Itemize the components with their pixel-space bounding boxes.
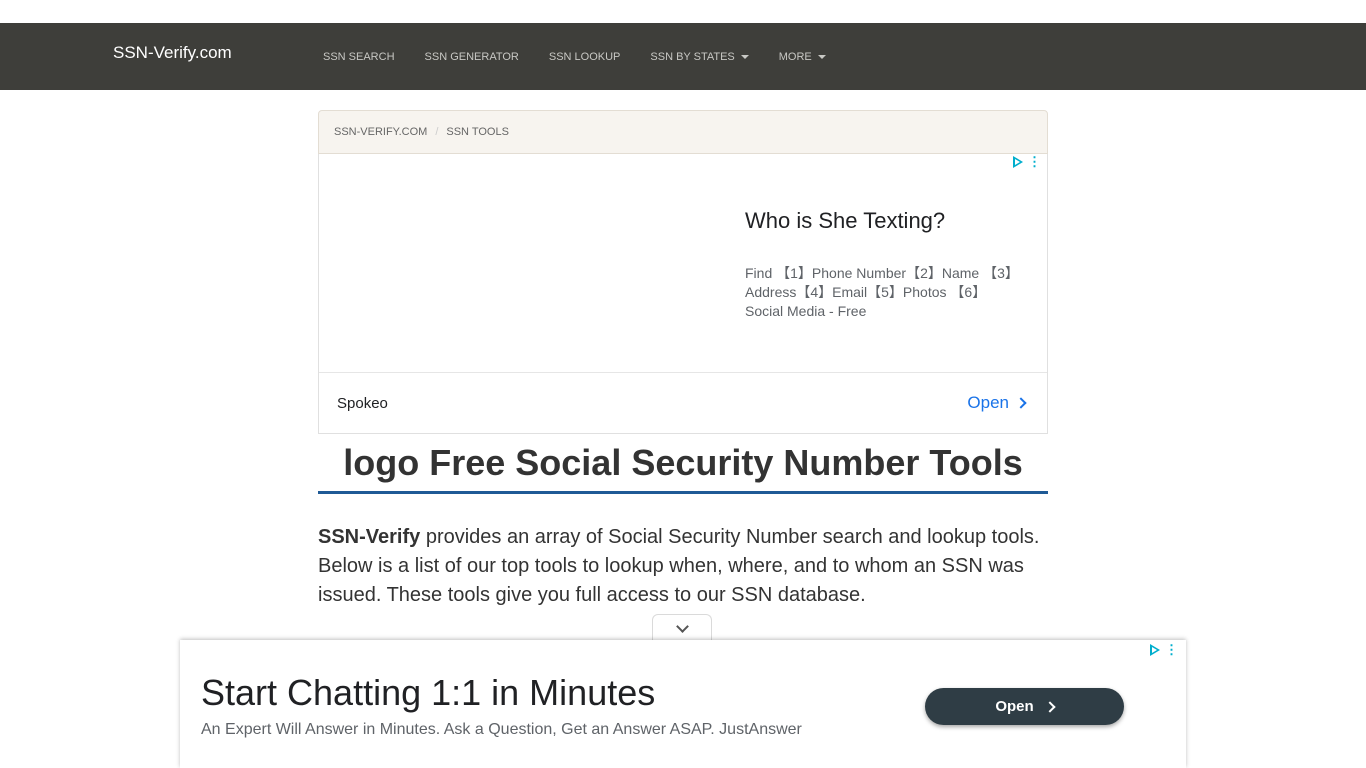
ad-open-label: Open — [967, 393, 1009, 412]
logo-image: logo — [343, 442, 420, 483]
ad-open-button[interactable]: Open — [967, 393, 1027, 413]
intro-text: provides an array of Social Security Num… — [318, 526, 1040, 606]
anchor-ad-description: An Expert Will Answer in Minutes. Ask a … — [201, 721, 802, 738]
ad-choices-icon — [1150, 644, 1160, 656]
page-title: logo Free Social Security Number Tools — [318, 440, 1048, 494]
breadcrumb-separator: / — [435, 126, 439, 138]
anchor-ad-open-label: Open — [995, 698, 1034, 715]
more-options-icon: ⋮ — [1165, 642, 1178, 657]
chevron-right-icon — [1015, 397, 1027, 409]
chevron-down-icon — [675, 620, 689, 633]
nav-item-label: SSN LOOKUP — [548, 50, 621, 63]
nav-item-label: SSN SEARCH — [323, 50, 395, 63]
nav-item-label: SSN GENERATOR — [424, 50, 519, 63]
anchor-ad-unit[interactable]: ⋮ Start Chatting 1:1 in Minutes An Exper… — [180, 640, 1186, 768]
ad-choices[interactable]: ⋮ — [1150, 642, 1178, 657]
more-options-icon: ⋮ — [1028, 154, 1041, 169]
nav-menu: SSN SEARCH SSN GENERATOR SSN LOOKUP SSN … — [308, 23, 841, 90]
nav-item-label: MORE — [778, 50, 812, 63]
nav-item-ssn-generator[interactable]: SSN GENERATOR — [410, 23, 534, 90]
intro-brand: SSN-Verify — [318, 526, 421, 548]
ad-footer: Spokeo Open — [319, 372, 1047, 433]
caret-down-icon — [817, 54, 826, 59]
ad-advertiser[interactable]: Spokeo — [337, 395, 388, 412]
breadcrumb-item-current: SSN TOOLS — [446, 126, 509, 138]
nav-item-more[interactable]: MORE — [764, 23, 841, 90]
nav-item-label: SSN BY STATES — [650, 50, 735, 63]
breadcrumb: SSN-VERIFY.COM / SSN TOOLS — [318, 110, 1048, 154]
brand-link[interactable]: SSN-Verify.com — [113, 43, 232, 63]
ad-description: Find 【1】Phone Number【2】Name 【3】Address【4… — [745, 265, 1012, 319]
page-title-text: Free Social Security Number Tools — [429, 442, 1023, 483]
anchor-ad-headline[interactable]: Start Chatting 1:1 in Minutes — [201, 672, 655, 714]
top-ad-unit[interactable]: ⋮ Who is She Texting? Find 【1】Phone Numb… — [318, 154, 1048, 434]
breadcrumb-item-home[interactable]: SSN-VERIFY.COM — [334, 126, 427, 138]
caret-down-icon — [740, 54, 749, 59]
nav-item-ssn-lookup[interactable]: SSN LOOKUP — [534, 23, 636, 90]
chevron-right-icon — [1044, 700, 1056, 713]
top-navbar: SSN-Verify.com SSN SEARCH SSN GENERATOR … — [0, 23, 1366, 90]
collapse-ad-button[interactable] — [652, 614, 712, 642]
nav-item-ssn-search[interactable]: SSN SEARCH — [308, 23, 410, 90]
ad-headline[interactable]: Who is She Texting? — [745, 208, 945, 234]
anchor-ad-open-button[interactable]: Open — [925, 688, 1124, 725]
nav-item-ssn-by-states[interactable]: SSN BY STATES — [635, 23, 763, 90]
ad-choices[interactable]: ⋮ — [1013, 154, 1041, 169]
ad-choices-icon — [1013, 156, 1023, 168]
intro-paragraph: SSN-Verify provides an array of Social S… — [318, 523, 1048, 610]
